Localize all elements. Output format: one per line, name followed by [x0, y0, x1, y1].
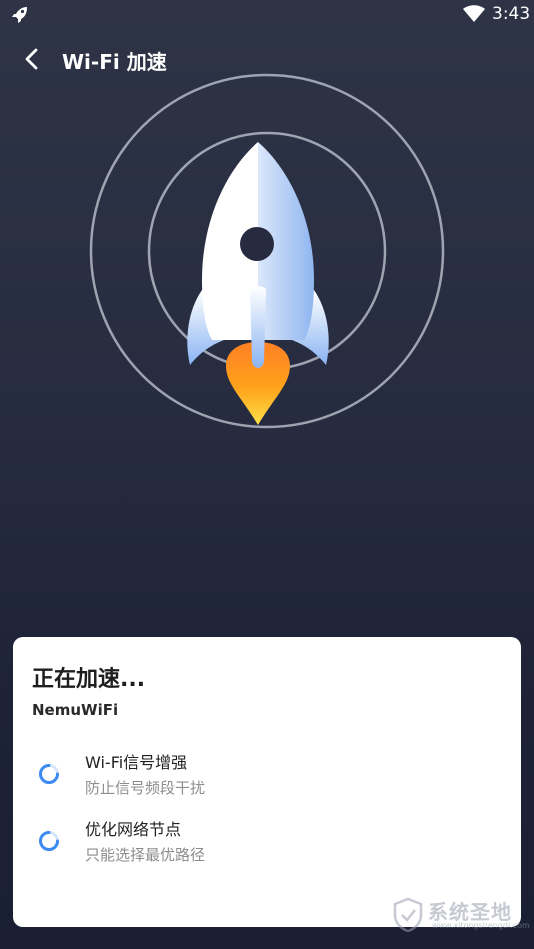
- back-button[interactable]: [18, 45, 46, 73]
- watermark: 系统圣地 www.xitongshengdi.com: [392, 895, 532, 935]
- task-description: 只能选择最优路径: [85, 846, 206, 864]
- watermark-url: www.xitongshengdi.com: [432, 921, 530, 930]
- status-bar: 3:43: [0, 0, 534, 28]
- card-title: 正在加速...: [32, 667, 146, 692]
- status-time: 3:43: [492, 4, 531, 24]
- task-title: 优化网络节点: [85, 820, 182, 839]
- wifi-icon: [463, 5, 485, 22]
- network-name: NemuWiFi: [32, 701, 119, 719]
- task-description: 防止信号频段干扰: [85, 779, 206, 797]
- loading-spinner-icon: [39, 764, 59, 784]
- loading-spinner-icon: [39, 831, 59, 851]
- acceleration-card: 正在加速... NemuWiFi Wi-Fi信号增强 防止信号频段干扰 优化网络…: [13, 637, 521, 927]
- task-item-node: 优化网络节点 只能选择最优路径: [13, 812, 521, 872]
- rocket-icon: [187, 142, 329, 425]
- rocket-icon: [12, 7, 27, 23]
- chevron-left-icon: [25, 48, 38, 70]
- shield-icon: [393, 897, 423, 933]
- task-title: Wi-Fi信号增强: [85, 753, 188, 772]
- task-item-signal: Wi-Fi信号增强 防止信号频段干扰: [13, 745, 521, 805]
